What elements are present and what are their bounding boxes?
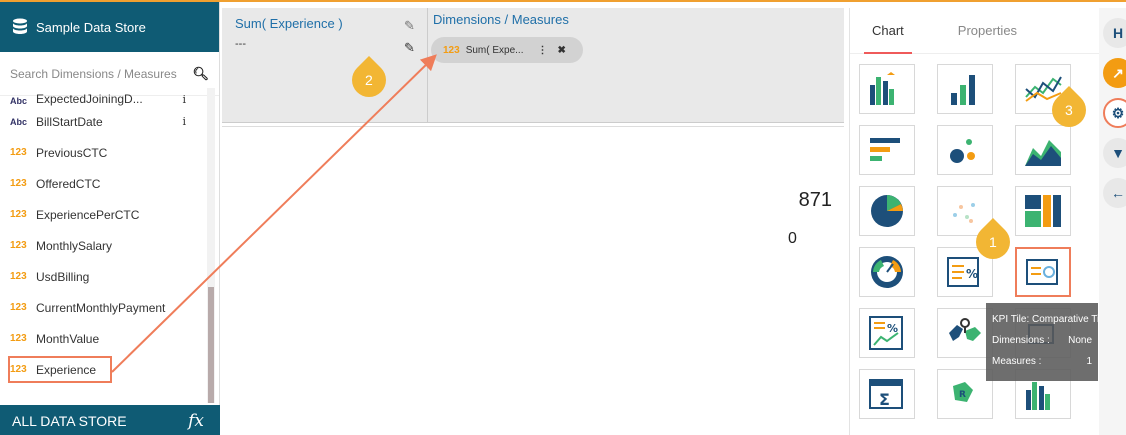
annotation-arrow: [111, 54, 437, 373]
